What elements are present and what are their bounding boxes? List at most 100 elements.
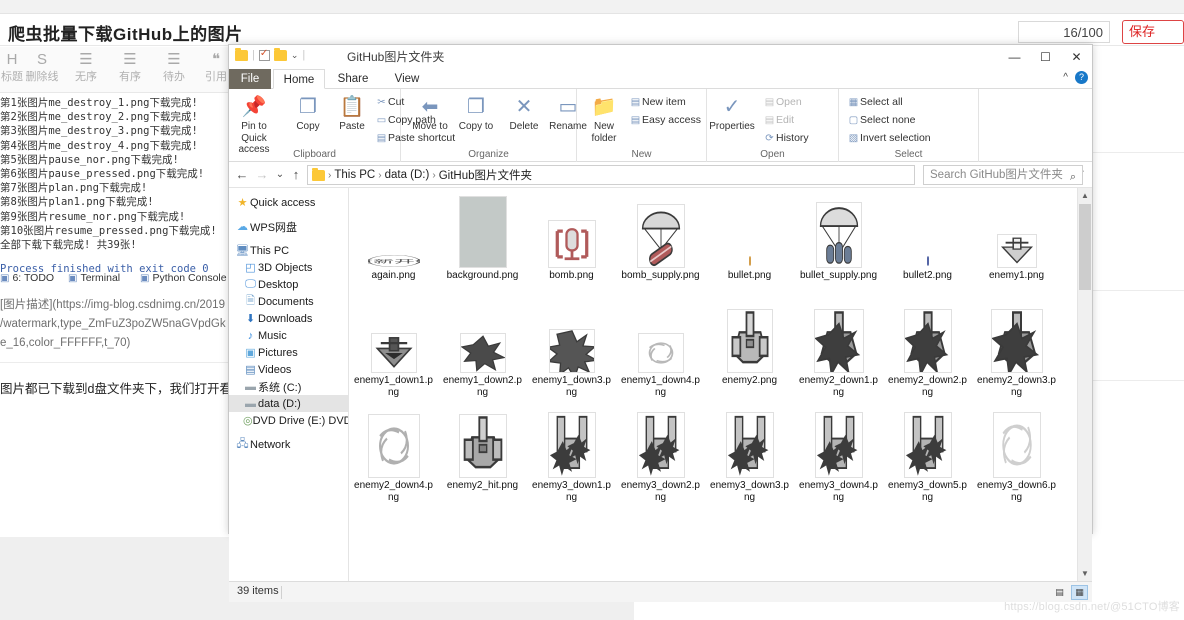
collapse-ribbon-icon[interactable]: ^ xyxy=(1063,72,1068,83)
tab-share[interactable]: Share xyxy=(327,69,379,89)
file-item[interactable]: enemy2_hit.png xyxy=(438,406,527,511)
file-list-scrollbar[interactable]: ▲ ▼ xyxy=(1077,188,1092,581)
breadcrumb[interactable]: data (D:) xyxy=(385,169,430,181)
address-bar[interactable]: › This PC › data (D:) › GitHub图片文件夹 xyxy=(307,165,915,185)
sidebar-item-videos[interactable]: ▤ Videos xyxy=(229,361,348,378)
sidebar-item-3d-objects[interactable]: ◰ 3D Objects xyxy=(229,259,348,276)
sidebar-item-music[interactable]: ♪ Music xyxy=(229,327,348,344)
ribbon-button-paste[interactable]: 📋 Paste xyxy=(329,93,375,133)
file-item[interactable]: enemy3_down6.png xyxy=(972,406,1061,511)
ribbon-button-pin[interactable]: 📌 Pin to Quick access xyxy=(231,93,277,156)
ribbon-help-area[interactable]: ^ ? xyxy=(1063,71,1088,84)
toolbar-strikethrough-icon[interactable]: S 删除线 xyxy=(22,50,62,84)
scroll-down-icon[interactable]: ▼ xyxy=(1078,566,1092,581)
ribbon-item-history[interactable]: ⟳ History xyxy=(763,131,808,146)
properties-checkbox-icon[interactable] xyxy=(258,48,270,61)
file-item[interactable]: enemy2_down2.png xyxy=(883,301,972,406)
file-item[interactable]: enemy3_down5.png xyxy=(883,406,972,511)
navigation-bar[interactable]: ← → ⌄ ↑ ›This PC›data (D:)›GitHub图片文件夹 ⌄… xyxy=(229,162,1092,188)
toolbar-numbered-list-icon[interactable]: ☰ 有序 xyxy=(110,50,150,84)
ribbon-button-copy[interactable]: ❐ Copy xyxy=(285,93,331,133)
file-item[interactable]: enemy2_down1.png xyxy=(794,301,883,406)
scroll-up-icon[interactable]: ▲ xyxy=(1078,188,1092,203)
up-icon[interactable]: ↑ xyxy=(287,166,305,184)
file-item[interactable]: enemy3_down4.png xyxy=(794,406,883,511)
file-grid[interactable]: 重新开始 again.png background.png bomb.png bomb_… xyxy=(349,196,1061,511)
close-icon[interactable]: ✕ xyxy=(1061,45,1092,69)
file-item[interactable]: enemy1.png xyxy=(972,196,1061,301)
tab-home[interactable]: Home xyxy=(273,69,325,89)
large-icons-view-icon[interactable]: ▦ xyxy=(1071,585,1088,600)
forward-icon[interactable]: → xyxy=(253,166,271,184)
ribbon-button-properties[interactable]: ✓ Properties xyxy=(709,93,755,133)
sidebar-item-pictures[interactable]: ▣ Pictures xyxy=(229,344,348,361)
quick-access-toolbar[interactable]: | ⌄ | xyxy=(235,47,305,61)
toolwindow-tab[interactable]: ▣ 6: TODO xyxy=(0,272,54,284)
sidebar-item-wps[interactable]: ☁ WPS网盘 xyxy=(229,218,348,235)
customize-caret-icon[interactable]: ⌄ xyxy=(291,50,299,61)
sidebar-item-network[interactable]: 🖧 Network xyxy=(229,436,348,453)
new-folder-icon[interactable] xyxy=(273,47,287,61)
file-item[interactable]: bomb.png xyxy=(527,196,616,301)
file-item[interactable]: enemy3_down1.png xyxy=(527,406,616,511)
file-item[interactable]: bomb_supply.png xyxy=(616,196,705,301)
explorer-title-bar[interactable]: | ⌄ | GitHub图片文件夹 — ☐ ✕ xyxy=(229,45,1092,69)
maximize-icon[interactable]: ☐ xyxy=(1030,45,1061,69)
file-item[interactable]: background.png xyxy=(438,196,527,301)
ribbon-button-copy-to[interactable]: ❐ Copy to xyxy=(453,93,499,133)
ribbon-item-cut[interactable]: ✂ Cut xyxy=(375,95,404,110)
toolbar-task-list-icon[interactable]: ☰ 待办 xyxy=(154,50,194,84)
file-item[interactable]: enemy3_down2.png xyxy=(616,406,705,511)
file-item[interactable]: 重新开始 again.png xyxy=(349,196,438,301)
tab-view[interactable]: View xyxy=(381,69,433,89)
sidebar-item-c[interactable]: ▬ 系统 (C:) xyxy=(229,378,348,395)
file-explorer-window[interactable]: | ⌄ | GitHub图片文件夹 — ☐ ✕ ^ ? FileHomeShar… xyxy=(228,44,1093,602)
ribbon-button-delete[interactable]: ✕ Delete xyxy=(501,93,547,133)
ribbon-item-select-none[interactable]: ▢ Select none xyxy=(847,113,916,128)
file-item[interactable]: bullet_supply.png xyxy=(794,196,883,301)
window-controls[interactable]: — ☐ ✕ xyxy=(999,45,1092,69)
file-item[interactable]: bullet2.png xyxy=(883,196,972,301)
tab-file[interactable]: File xyxy=(229,69,271,89)
sidebar-item-data-d[interactable]: ▬ data (D:) xyxy=(229,395,348,412)
details-view-icon[interactable]: ▤ xyxy=(1051,585,1068,600)
breadcrumb[interactable]: This PC xyxy=(334,169,375,181)
ribbon-item-select-all[interactable]: ▦ Select all xyxy=(847,95,903,110)
file-item[interactable]: enemy2_down3.png xyxy=(972,301,1061,406)
back-icon[interactable]: ← xyxy=(233,166,251,184)
help-icon[interactable]: ? xyxy=(1075,71,1088,84)
save-button[interactable]: 保存 xyxy=(1122,20,1184,44)
sidebar-item-desktop[interactable]: 🖵 Desktop xyxy=(229,276,348,293)
file-list-pane[interactable]: 重新开始 again.png background.png bomb.png bomb_… xyxy=(349,188,1092,581)
sidebar-item-documents[interactable]: 🗎 Documents xyxy=(229,293,348,310)
ribbon-button-move-to[interactable]: ⬅ Move to xyxy=(407,93,453,133)
ribbon-home-tab[interactable]: 📌 Pin to Quick access ❐ Copy 📋 Paste ✂ Cut ▭ Copy… xyxy=(229,89,1092,162)
sidebar-item-dvd-drive-e-dvd1[interactable]: ◎ DVD Drive (E:) DVD1 xyxy=(229,412,348,429)
file-item[interactable]: enemy1_down2.png xyxy=(438,301,527,406)
ribbon-item-new-item[interactable]: ▤ New item xyxy=(629,95,686,110)
toolwindow-tab[interactable]: ▣ Terminal xyxy=(68,272,120,284)
file-item[interactable]: bullet.png xyxy=(705,196,794,301)
file-item[interactable]: enemy1_down3.png xyxy=(527,301,616,406)
sidebar-item-quick-access[interactable]: ★ Quick access xyxy=(229,194,348,211)
sidebar-item-this-pc[interactable]: 🖥 This PC xyxy=(229,242,348,259)
toolwindow-tab[interactable]: ▣ Python Console xyxy=(140,272,227,284)
navigation-pane[interactable]: ★ Quick access ☁ WPS网盘 🖥 This PC ◰ 3D Objects 🖵 D… xyxy=(229,188,349,581)
ribbon-item-edit[interactable]: ▤ Edit xyxy=(763,113,794,128)
ribbon-tab-strip[interactable]: ^ ? File Home Share View xyxy=(229,69,1092,89)
file-item[interactable]: enemy3_down3.png xyxy=(705,406,794,511)
scrollbar-thumb[interactable] xyxy=(1079,204,1091,290)
breadcrumb[interactable]: GitHub图片文件夹 xyxy=(439,167,532,183)
file-item[interactable]: enemy2.png xyxy=(705,301,794,406)
ribbon-button-new-folder[interactable]: 📁 New folder xyxy=(581,93,627,144)
sidebar-item-downloads[interactable]: ⬇ Downloads xyxy=(229,310,348,327)
view-mode-buttons[interactable]: ▤ ▦ xyxy=(1051,585,1088,600)
file-item[interactable]: enemy1_down1.png xyxy=(349,301,438,406)
search-input[interactable]: Search GitHub图片文件夹 ⌕ xyxy=(923,165,1083,185)
ribbon-item-invert-selection[interactable]: ▧ Invert selection xyxy=(847,131,931,146)
ribbon-item-open[interactable]: ▤ Open xyxy=(763,95,802,110)
minimize-icon[interactable]: — xyxy=(999,45,1030,69)
ribbon-item-easy-access[interactable]: ▤ Easy access xyxy=(629,113,701,128)
file-item[interactable]: enemy1_down4.png xyxy=(616,301,705,406)
toolbar-bulleted-list-icon[interactable]: ☰ 无序 xyxy=(66,50,106,84)
